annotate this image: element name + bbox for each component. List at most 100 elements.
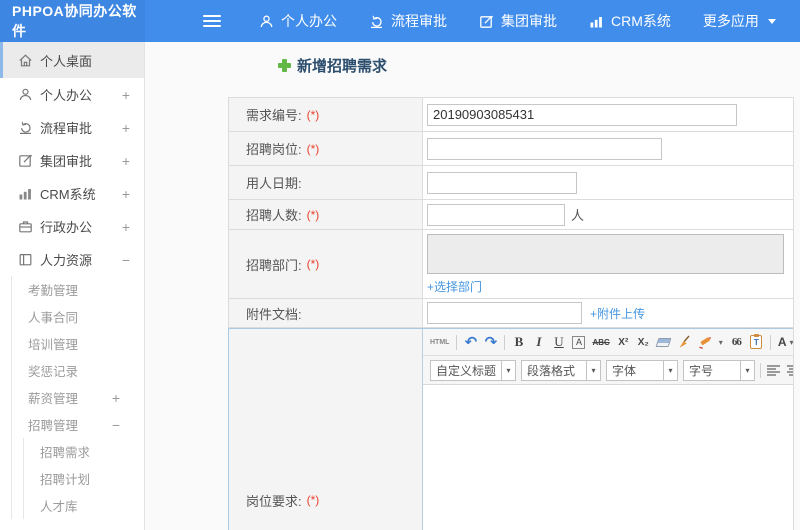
sidebar-item-hr[interactable]: 人力资源 − — [0, 243, 144, 276]
caret-down-icon — [767, 18, 776, 24]
sidebar-item-crm[interactable]: CRM系统 + — [0, 177, 144, 210]
paragraph-format-select[interactable]: 段落格式 ▾ — [521, 359, 601, 381]
sidebar-item-attendance[interactable]: 考勤管理 — [12, 276, 144, 303]
sidebar-item-group-approval[interactable]: 集团审批 + — [0, 144, 144, 177]
sidebar-item-process-approval[interactable]: 流程审批 + — [0, 111, 144, 144]
sidebar-item-salary[interactable]: 薪资管理 + — [12, 384, 144, 411]
char-border-button[interactable]: A — [572, 335, 586, 349]
hamburger-menu-icon[interactable] — [203, 12, 221, 30]
headcount-input[interactable] — [427, 203, 565, 226]
sidebar-item-personal-desktop[interactable]: 个人桌面 — [0, 42, 144, 78]
hire-date-input[interactable] — [427, 171, 577, 194]
form-row-hire-date: 用人日期: — [229, 166, 793, 200]
sidebar-item-recruit-demand[interactable]: 招聘需求 — [24, 438, 144, 465]
page-title: 新增招聘需求 — [278, 55, 800, 75]
font-size-select[interactable]: 字号 ▾ — [683, 359, 755, 381]
nav-item-more-apps[interactable]: 更多应用 — [703, 11, 776, 31]
recruit-demand-form: 需求编号: (*) 招聘岗位: (*) 用人日期 — [228, 97, 794, 530]
italic-button[interactable]: I — [532, 334, 545, 351]
eraser-icon[interactable] — [655, 334, 672, 351]
editor-toolbar-row2: 自定义标题 ▾ 段落格式 ▾ 字体 ▾ 字号 ▾ — [423, 356, 793, 385]
bar-chart-icon — [17, 186, 33, 201]
custom-title-select[interactable]: 自定义标题 ▾ — [430, 359, 516, 381]
highlighter-caret-icon[interactable]: ▾ — [719, 338, 723, 347]
app-logo: PHPOA协同办公软件 — [0, 0, 145, 42]
demand-no-input[interactable] — [427, 103, 737, 126]
required-mark: (*) — [306, 141, 320, 156]
form-row-headcount: 招聘人数: (*) 人 — [229, 200, 793, 230]
blockquote-button[interactable]: 66 — [730, 334, 743, 351]
align-center-icon[interactable] — [786, 364, 793, 377]
sidebar-item-talent-pool[interactable]: 人才库 — [24, 492, 144, 519]
highlighter-icon[interactable] — [698, 334, 712, 351]
nav-item-personal-office[interactable]: 个人办公 — [259, 11, 337, 31]
edit-square-icon — [479, 14, 494, 29]
position-input[interactable] — [427, 137, 662, 160]
demand-no-label: 需求编号: — [246, 108, 302, 123]
briefcase-icon — [17, 219, 33, 234]
toolbar-separator — [760, 362, 761, 378]
sidebar-item-personal-office[interactable]: 个人办公 + — [0, 78, 144, 111]
sidebar-item-training[interactable]: 培训管理 — [12, 330, 144, 357]
headcount-label: 招聘人数: — [246, 208, 302, 223]
editor-content[interactable] — [423, 385, 793, 530]
form-row-job-requirements: 岗位要求: (*) HTML ↶ ↷ B I U A ABC X² X₂ ▾ 6… — [228, 328, 793, 530]
strikethrough-button[interactable]: ABC — [592, 334, 609, 351]
home-icon — [17, 53, 33, 68]
redo-icon[interactable]: ↷ — [484, 334, 498, 351]
edit-square-icon — [17, 153, 33, 168]
font-color-caret-icon: ▾ — [789, 337, 793, 347]
user-icon — [259, 14, 274, 29]
font-color-button[interactable]: A ▾ — [778, 334, 793, 351]
department-textarea[interactable] — [427, 234, 784, 274]
editor-toolbar-row1: HTML ↶ ↷ B I U A ABC X² X₂ ▾ 66 T A ▾ — [423, 329, 793, 356]
book-icon — [17, 252, 33, 267]
toolbar-separator — [769, 334, 771, 350]
undo-icon[interactable]: ↶ — [464, 334, 478, 351]
position-label: 招聘岗位: — [246, 142, 302, 157]
choose-department-link[interactable]: +选择部门 — [427, 278, 482, 295]
nav-item-crm[interactable]: CRM系统 — [589, 11, 671, 31]
sidebar-hr-submenu: 考勤管理 人事合同 培训管理 奖惩记录 薪资管理 + 招聘管理 − 招聘需求 招… — [11, 276, 144, 519]
align-left-icon[interactable] — [766, 364, 781, 377]
process-approval-icon — [17, 120, 33, 135]
process-approval-icon — [369, 14, 384, 29]
toolbar-separator — [504, 334, 506, 350]
required-mark: (*) — [306, 107, 320, 122]
bold-button[interactable]: B — [512, 334, 525, 351]
sidebar: 个人桌面 个人办公 + 流程审批 + 集团审批 + CRM系统 + 行政办公 +… — [0, 42, 145, 530]
sidebar-item-rewards[interactable]: 奖惩记录 — [12, 357, 144, 384]
sidebar-item-hr-contract[interactable]: 人事合同 — [12, 303, 144, 330]
select-caret-icon: ▾ — [740, 360, 754, 380]
hire-date-label: 用人日期: — [246, 176, 302, 191]
required-mark: (*) — [306, 493, 320, 507]
subscript-button[interactable]: X₂ — [637, 334, 650, 351]
sidebar-item-recruit-plan[interactable]: 招聘计划 — [24, 465, 144, 492]
select-caret-icon: ▾ — [501, 360, 515, 380]
required-mark: (*) — [306, 257, 320, 271]
main-content: 新增招聘需求 需求编号: (*) 招聘岗位: (*) — [145, 42, 800, 530]
bar-chart-icon — [589, 14, 604, 29]
paste-clipboard-icon[interactable]: T — [750, 334, 763, 351]
headcount-unit: 人 — [571, 208, 585, 223]
font-family-select[interactable]: 字体 ▾ — [606, 359, 678, 381]
toolbar-separator — [456, 334, 458, 350]
attachment-input[interactable] — [427, 302, 582, 324]
job-requirements-label: 岗位要求: — [246, 493, 302, 509]
form-row-attachment: 附件文档: +附件上传 — [229, 299, 793, 328]
nav-item-process-approval[interactable]: 流程审批 — [369, 11, 447, 31]
select-caret-icon: ▾ — [586, 360, 600, 380]
form-row-demand-no: 需求编号: (*) — [229, 98, 793, 132]
html-source-button[interactable]: HTML — [430, 334, 449, 351]
required-mark: (*) — [306, 207, 320, 222]
superscript-button[interactable]: X² — [617, 334, 630, 351]
user-icon — [17, 87, 33, 102]
sidebar-item-recruitment[interactable]: 招聘管理 − — [12, 411, 144, 438]
format-brush-icon[interactable] — [677, 334, 691, 351]
underline-button[interactable]: U — [552, 334, 565, 351]
sidebar-recruitment-submenu: 招聘需求 招聘计划 人才库 — [23, 438, 144, 519]
attachment-upload-link[interactable]: +附件上传 — [590, 305, 645, 322]
nav-item-group-approval[interactable]: 集团审批 — [479, 11, 557, 31]
sidebar-item-admin-office[interactable]: 行政办公 + — [0, 210, 144, 243]
form-row-position: 招聘岗位: (*) — [229, 132, 793, 166]
